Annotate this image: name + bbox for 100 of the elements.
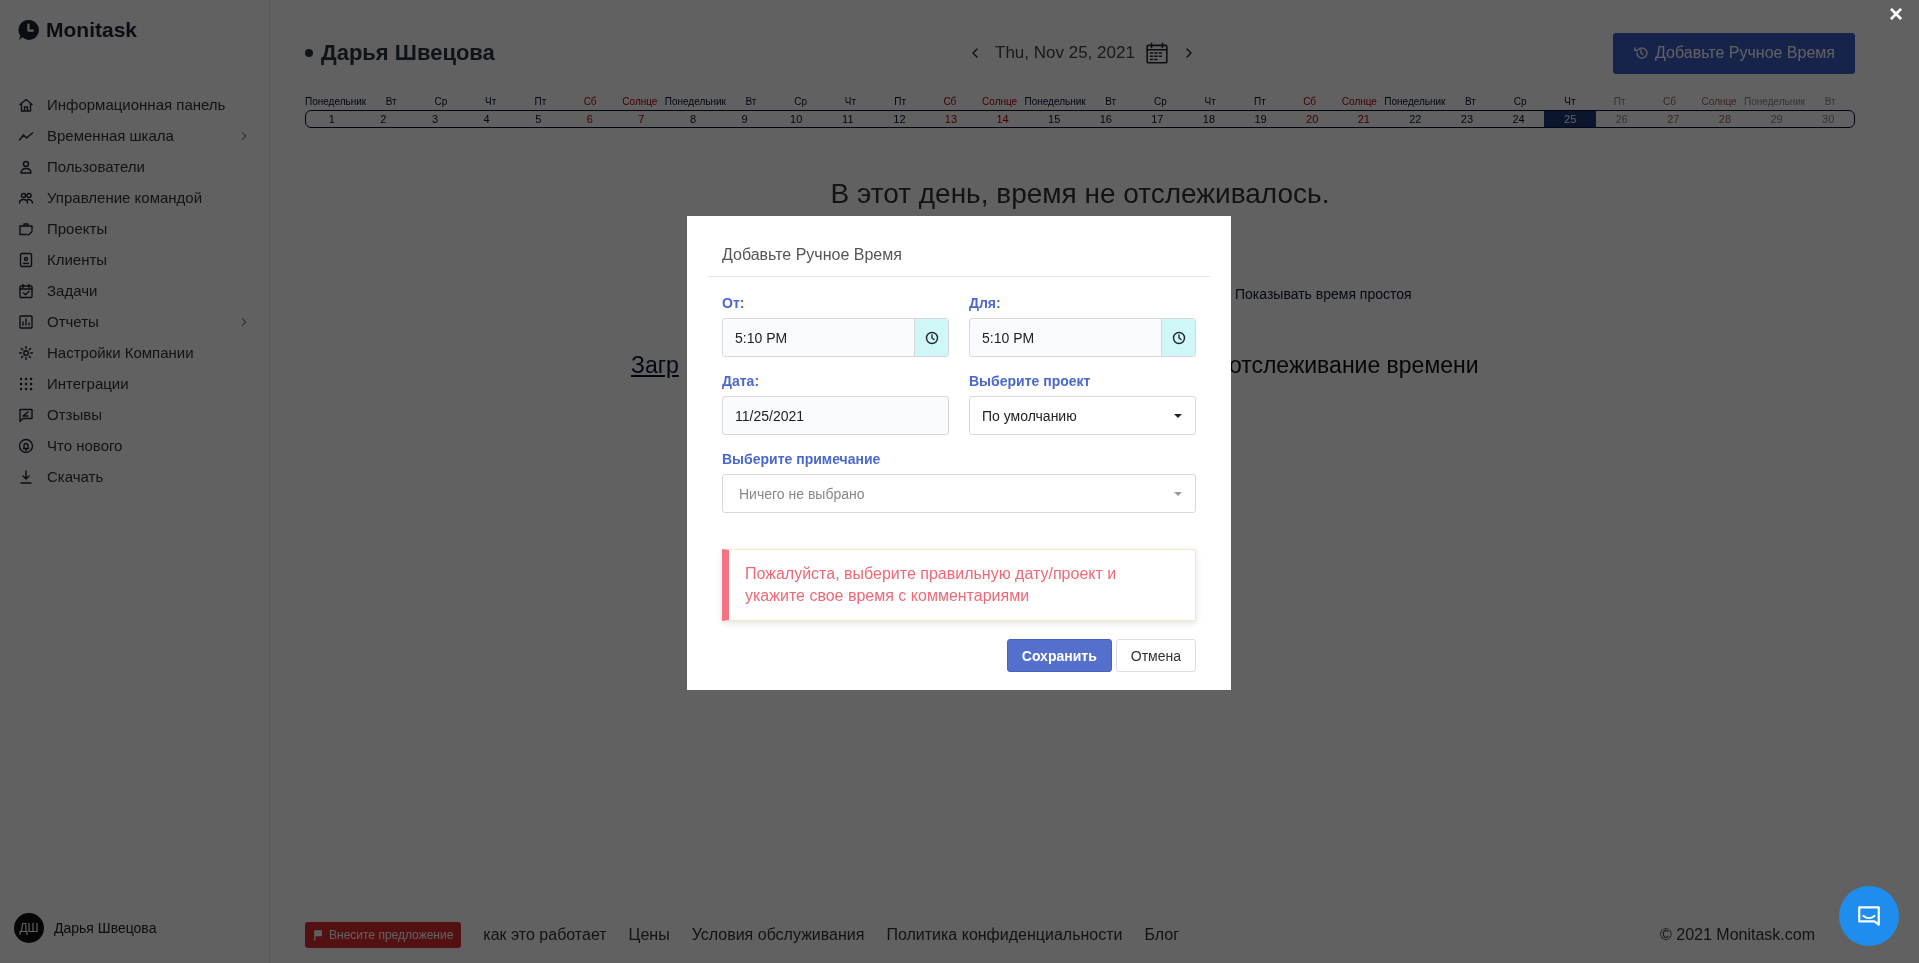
sidebar-item[interactable]: Что нового — [18, 430, 269, 461]
time-field[interactable]: 5:10 PM — [722, 318, 949, 357]
day-cell[interactable]: 1 — [306, 111, 358, 127]
day-cell[interactable]: 17 — [1131, 111, 1184, 127]
user-avatar[interactable]: ДШ — [14, 913, 44, 943]
day-cell[interactable]: 25 — [1544, 111, 1596, 127]
field-label: Выберите проект — [969, 373, 1092, 389]
download-link[interactable]: Загр — [631, 352, 679, 379]
weekday-label: Понедельник — [1384, 96, 1446, 109]
day-cell[interactable]: 23 — [1441, 111, 1493, 127]
empty-state-text: отслеживание времени — [1228, 352, 1479, 379]
weekday-label: Чт — [1564, 96, 1576, 109]
footer-link[interactable]: Цены — [628, 926, 670, 944]
day-cell[interactable]: 18 — [1183, 111, 1235, 127]
weekday-label: Сб — [583, 96, 597, 109]
weekday-label: Пт — [534, 96, 547, 109]
weekday-label: Чт — [1204, 96, 1216, 109]
day-cell[interactable]: 6 — [564, 111, 616, 127]
weekday-label: Солнце — [1701, 96, 1737, 109]
weekday-label: Ср — [1513, 96, 1527, 109]
home-icon — [18, 96, 34, 113]
empty-state-message: В этот день, время не отслеживалось. — [829, 178, 1331, 210]
field-label: От: — [722, 295, 746, 311]
note-dropdown[interactable]: Ничего не выбрано — [722, 474, 1196, 513]
sidebar-item[interactable]: Временная шкала — [18, 120, 269, 151]
weekday-label: Ср — [1153, 96, 1167, 109]
day-cell[interactable]: 22 — [1389, 111, 1442, 127]
day-cell[interactable]: 20 — [1286, 111, 1338, 127]
footer-link[interactable]: Условия обслуживания — [691, 926, 865, 944]
sidebar-item[interactable]: Отзывы — [18, 399, 269, 430]
day-cell[interactable]: 2 — [357, 111, 410, 127]
day-cell[interactable]: 7 — [615, 111, 668, 127]
sidebar-item[interactable]: Интеграции — [18, 368, 269, 399]
sidebar-item[interactable]: Скачать — [18, 461, 269, 492]
download-icon — [18, 468, 34, 485]
day-cell[interactable]: 14 — [976, 111, 1029, 127]
day-cell[interactable]: 10 — [770, 111, 822, 127]
dialog-title: Добавьте Ручное Время — [708, 216, 1210, 277]
day-cell[interactable]: 13 — [925, 111, 977, 127]
sidebar-item[interactable]: Пользователи — [18, 151, 269, 182]
save-button[interactable]: Сохранить — [1006, 639, 1112, 672]
project-dropdown[interactable]: По умолчанию — [969, 396, 1196, 435]
clock-plus-icon — [1633, 45, 1650, 61]
document-person-icon — [18, 251, 34, 268]
field-label: Выберите примечание — [722, 451, 882, 467]
weekday-label: Ср — [794, 96, 807, 109]
day-cell[interactable]: 15 — [1028, 111, 1080, 127]
footer-link[interactable]: Блог — [1144, 926, 1180, 944]
cancel-button[interactable]: Отмена — [1115, 639, 1196, 672]
add-manual-time-button[interactable]: Добавьте Ручное Время — [1613, 32, 1855, 74]
chat-bubble-icon — [1856, 903, 1882, 929]
weekday-label: Солнце — [982, 96, 1018, 109]
day-cell[interactable]: 4 — [460, 111, 513, 127]
weekday-label: Вт — [1105, 96, 1117, 109]
sidebar-item[interactable]: Управление командой — [18, 182, 269, 213]
grid-dots-icon — [18, 375, 34, 392]
day-cell[interactable]: 19 — [1234, 111, 1287, 127]
footer-link[interactable]: Политика конфиденциальности — [886, 926, 1123, 944]
day-cell[interactable]: 21 — [1338, 111, 1390, 127]
close-button[interactable]: × — [1885, 2, 1907, 26]
field-label: Для: — [969, 295, 1002, 311]
day-cell[interactable]: 16 — [1080, 111, 1132, 127]
chat-pen-icon — [18, 406, 34, 423]
sidebar-item[interactable]: Проекты — [18, 213, 269, 244]
briefcase-pen-icon — [18, 220, 34, 237]
day-cell[interactable]: 3 — [409, 111, 461, 127]
chat-button[interactable] — [1839, 886, 1899, 946]
sidebar-item[interactable]: Информационная панель — [18, 89, 269, 120]
current-date: Thu, Nov 25, 2021 — [995, 43, 1135, 63]
date-field[interactable]: 11/25/2021 — [722, 396, 949, 435]
weekday-label: Чт — [484, 96, 497, 109]
suggestion-button[interactable]: Внесите предложение — [305, 922, 462, 948]
flag-icon — [313, 929, 324, 941]
calendar-check-icon — [18, 282, 34, 299]
user-name: Дарья Швецова — [54, 920, 157, 936]
sidebar-item[interactable]: Клиенты — [18, 244, 269, 275]
clock-icon — [1171, 330, 1186, 345]
time-field[interactable]: 5:10 PM — [969, 318, 1196, 357]
weekday-label: Понедельник — [305, 96, 367, 109]
show-idle-time-label[interactable]: Показывать время простоя — [1235, 286, 1412, 302]
app-logo-text: Monitask — [46, 18, 137, 42]
weekday-label: Солнце — [622, 96, 658, 109]
day-cell[interactable]: 8 — [667, 111, 719, 127]
sidebar-item[interactable]: Настройки Компании — [18, 337, 269, 368]
sidebar-item[interactable]: Задачи — [18, 275, 269, 306]
sidebar-item[interactable]: Отчеты — [18, 306, 269, 337]
footer-link[interactable]: как это работает — [483, 926, 607, 944]
weekday-label: Ср — [434, 96, 448, 109]
copyright-text: © 2021 Monitask.com — [1660, 926, 1815, 944]
weekday-label: Чт — [844, 96, 856, 109]
day-cell[interactable]: 9 — [718, 111, 771, 127]
day-cell[interactable]: 11 — [822, 111, 874, 127]
logo-icon — [18, 19, 40, 41]
weekday-label: Вт — [385, 96, 397, 109]
day-cell[interactable]: 5 — [512, 111, 564, 127]
gear-icon — [18, 344, 34, 361]
day-cell[interactable]: 24 — [1492, 111, 1545, 127]
day-cell[interactable]: 12 — [873, 111, 926, 127]
weekday-label: Понедельник — [1024, 96, 1086, 109]
weekday-label: Сб — [1303, 96, 1317, 109]
